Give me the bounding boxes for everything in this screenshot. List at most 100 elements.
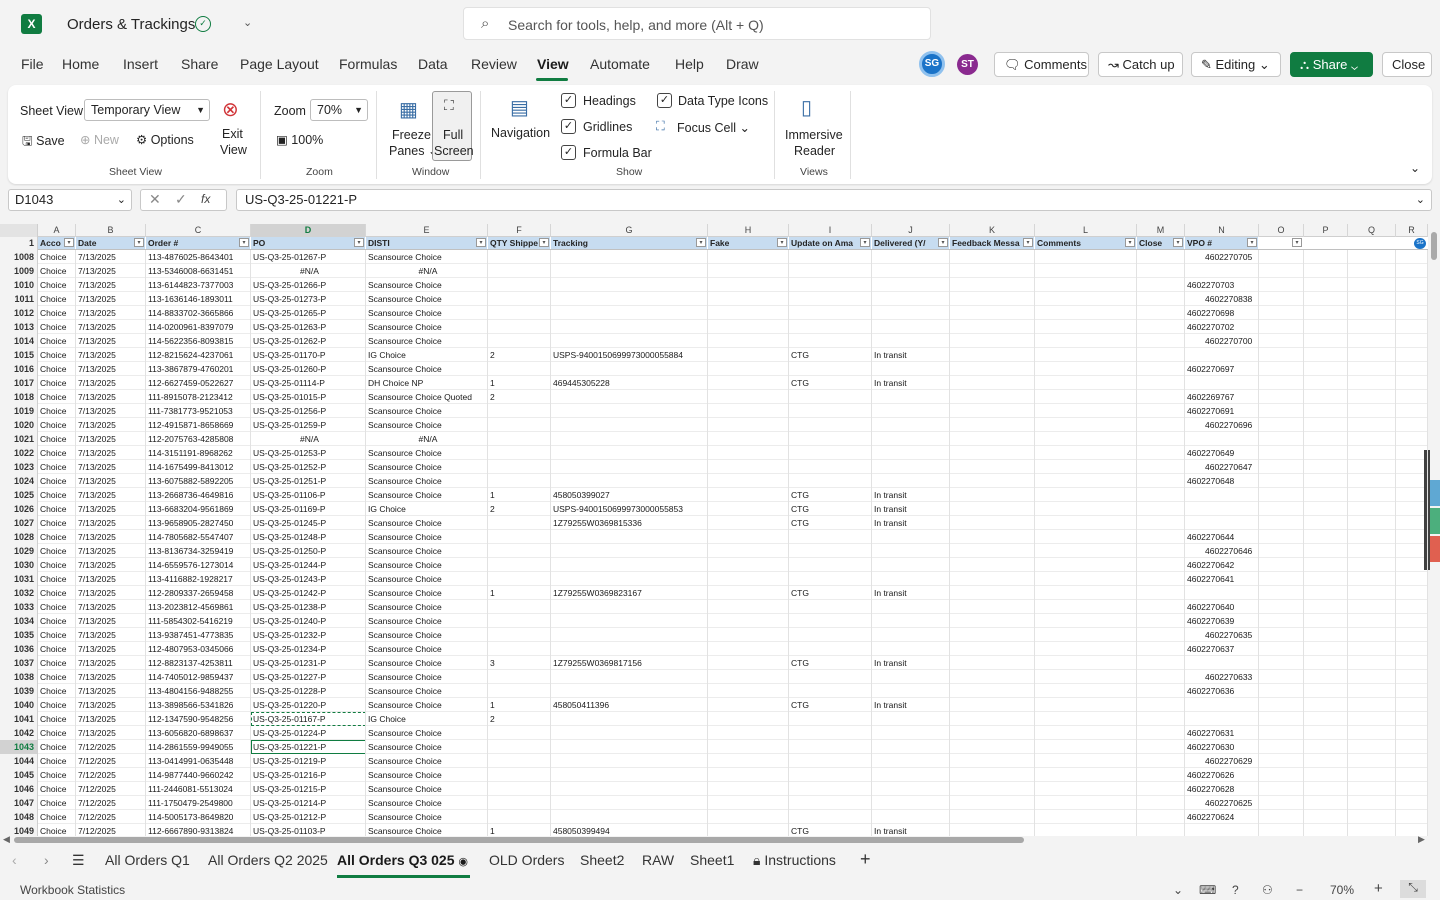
avatar[interactable]: SG bbox=[919, 51, 945, 77]
table-cell[interactable]: Choice bbox=[38, 516, 76, 530]
table-cell[interactable] bbox=[1185, 656, 1259, 670]
menu-share[interactable]: Share bbox=[181, 56, 218, 72]
table-cell[interactable]: 113-4116882-1928217 bbox=[146, 572, 251, 586]
table-cell[interactable] bbox=[708, 530, 789, 544]
table-cell[interactable]: IG Choice bbox=[366, 502, 488, 516]
table-cell[interactable] bbox=[872, 320, 950, 334]
table-cell[interactable] bbox=[1137, 684, 1185, 698]
row-header[interactable]: 1025 bbox=[0, 488, 38, 502]
freeze-panes-label[interactable]: Freeze bbox=[392, 128, 431, 142]
focus-cell-icon[interactable]: ⛶ bbox=[656, 119, 665, 134]
table-cell[interactable]: Choice bbox=[38, 782, 76, 796]
table-cell[interactable] bbox=[872, 572, 950, 586]
name-box[interactable]: D1043 ⌄ bbox=[8, 189, 132, 211]
table-cell[interactable] bbox=[1137, 264, 1185, 278]
table-cell[interactable] bbox=[551, 278, 708, 292]
table-cell[interactable]: Scansource Choice bbox=[366, 460, 488, 474]
table-cell[interactable] bbox=[551, 530, 708, 544]
table-cell[interactable] bbox=[1137, 824, 1185, 836]
table-cell[interactable] bbox=[708, 502, 789, 516]
table-cell[interactable] bbox=[708, 754, 789, 768]
table-cell[interactable] bbox=[950, 446, 1035, 460]
table-cell[interactable]: Scansource Choice Quoted bbox=[366, 390, 488, 404]
table-cell[interactable]: 2 bbox=[488, 390, 551, 404]
menu-draw[interactable]: Draw bbox=[726, 56, 759, 72]
table-cell[interactable] bbox=[872, 306, 950, 320]
table-cell[interactable]: Choice bbox=[38, 642, 76, 656]
table-cell[interactable]: 114-5005173-8649820 bbox=[146, 810, 251, 824]
side-panel-tab[interactable] bbox=[1430, 508, 1440, 534]
table-cell[interactable] bbox=[789, 334, 872, 348]
focus-cell-button[interactable]: Focus Cell ⌄ bbox=[677, 120, 750, 135]
column-header-f[interactable]: F bbox=[488, 224, 551, 237]
table-cell[interactable] bbox=[1035, 670, 1137, 684]
table-cell[interactable]: 114-3151191-8968262 bbox=[146, 446, 251, 460]
zoom-out-icon[interactable]: − bbox=[1296, 883, 1303, 897]
table-cell[interactable]: Scansource Choice bbox=[366, 796, 488, 810]
table-cell[interactable]: US-Q3-25-01251-P bbox=[251, 474, 366, 488]
filter-dropdown-icon[interactable]: ▾ bbox=[938, 238, 948, 247]
row-header[interactable]: 1011 bbox=[0, 292, 38, 306]
table-cell[interactable]: 7/13/2025 bbox=[76, 684, 146, 698]
menu-help[interactable]: Help bbox=[675, 56, 704, 72]
table-cell[interactable] bbox=[1185, 264, 1259, 278]
table-cell[interactable]: US-Q3-25-01266-P bbox=[251, 278, 366, 292]
table-cell[interactable]: Choice bbox=[38, 600, 76, 614]
table-cell[interactable] bbox=[872, 418, 950, 432]
table-cell[interactable]: Scansource Choice bbox=[366, 530, 488, 544]
table-cell[interactable]: Scansource Choice bbox=[366, 586, 488, 600]
row-header[interactable]: 1010 bbox=[0, 278, 38, 292]
table-cell[interactable]: 113-1636146-1893011 bbox=[146, 292, 251, 306]
filter-dropdown-icon[interactable]: ▾ bbox=[239, 238, 249, 247]
table-cell[interactable]: USPS-9400150699973000055884 bbox=[551, 348, 708, 362]
table-cell[interactable] bbox=[1137, 698, 1185, 712]
row-header[interactable]: 1016 bbox=[0, 362, 38, 376]
row-header[interactable]: 1029 bbox=[0, 544, 38, 558]
table-cell[interactable]: 7/13/2025 bbox=[76, 502, 146, 516]
table-cell[interactable] bbox=[789, 404, 872, 418]
table-cell[interactable] bbox=[1035, 642, 1137, 656]
table-cell[interactable] bbox=[488, 558, 551, 572]
share-button[interactable]: ⛬ Share ⌄ bbox=[1290, 52, 1373, 77]
table-cell[interactable] bbox=[1035, 824, 1137, 836]
table-cell[interactable]: 4602270637 bbox=[1185, 642, 1259, 656]
table-cell[interactable] bbox=[1035, 782, 1137, 796]
table-cell[interactable]: US-Q3-25-01231-P bbox=[251, 656, 366, 670]
table-cell[interactable]: 7/13/2025 bbox=[76, 334, 146, 348]
table-cell[interactable] bbox=[1035, 796, 1137, 810]
table-cell[interactable]: 113-6056820-6898637 bbox=[146, 726, 251, 740]
table-cell[interactable]: 7/13/2025 bbox=[76, 642, 146, 656]
row-header[interactable]: 1023 bbox=[0, 460, 38, 474]
table-cell[interactable] bbox=[1035, 432, 1137, 446]
zoom-level[interactable]: 70% bbox=[1330, 883, 1354, 897]
table-cell[interactable] bbox=[950, 502, 1035, 516]
table-cell[interactable]: US-Q3-25-01114-P bbox=[251, 376, 366, 390]
table-cell[interactable]: 113-4804156-9488255 bbox=[146, 684, 251, 698]
table-cell[interactable] bbox=[1137, 348, 1185, 362]
column-header-d[interactable]: D bbox=[251, 224, 366, 237]
row-header[interactable]: 1039 bbox=[0, 684, 38, 698]
table-cell[interactable] bbox=[488, 600, 551, 614]
table-cell[interactable]: 4602270705 bbox=[1185, 250, 1259, 264]
column-header-p[interactable]: P bbox=[1304, 224, 1348, 237]
table-cell[interactable]: Scansource Choice bbox=[366, 516, 488, 530]
table-cell[interactable]: 7/13/2025 bbox=[76, 530, 146, 544]
ribbon-collapse-icon[interactable]: ⌄ bbox=[1410, 161, 1420, 175]
table-cell[interactable] bbox=[1035, 320, 1137, 334]
table-cell[interactable] bbox=[1137, 600, 1185, 614]
table-cell[interactable] bbox=[1137, 250, 1185, 264]
table-cell[interactable] bbox=[1035, 488, 1137, 502]
freeze-panes-icon[interactable]: ▦ bbox=[399, 97, 418, 122]
table-cell[interactable] bbox=[488, 432, 551, 446]
table-cell[interactable]: In transit bbox=[872, 348, 950, 362]
table-cell[interactable]: Choice bbox=[38, 684, 76, 698]
table-cell[interactable] bbox=[950, 404, 1035, 418]
table-cell[interactable]: 7/13/2025 bbox=[76, 264, 146, 278]
table-cell[interactable] bbox=[708, 432, 789, 446]
sheet-tab[interactable]: Sheet1 bbox=[690, 852, 734, 868]
row-header[interactable]: 1030 bbox=[0, 558, 38, 572]
table-cell[interactable] bbox=[1137, 306, 1185, 320]
table-cell[interactable] bbox=[950, 782, 1035, 796]
table-cell[interactable]: 7/12/2025 bbox=[76, 740, 146, 754]
table-cell[interactable]: 114-7405012-9859437 bbox=[146, 670, 251, 684]
